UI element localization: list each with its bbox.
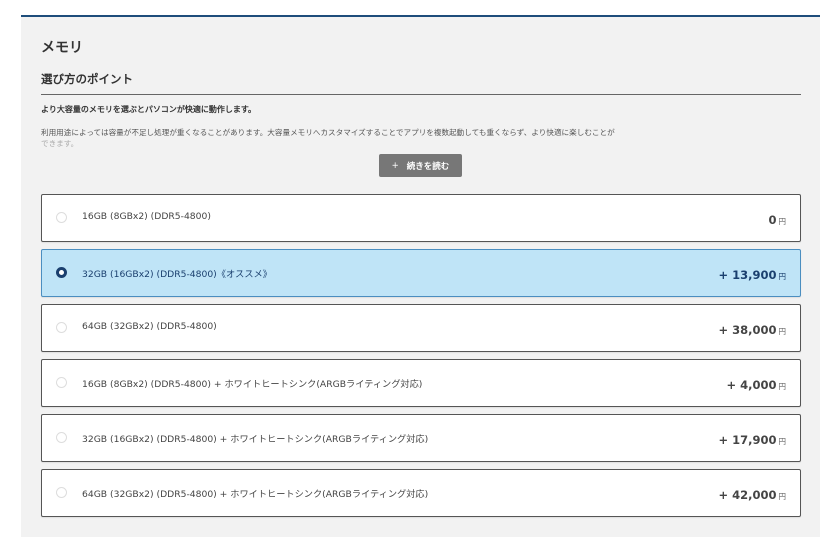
option-price: 0円 [768,213,786,227]
memory-option-32gb[interactable]: 32GB (16GBx2) (DDR5-4800)《オススメ》 + 13,900… [41,249,801,297]
option-label: 16GB (8GBx2) (DDR5-4800) + ホワイトヒートシンク(AR… [82,379,423,390]
radio-button[interactable] [56,487,67,498]
memory-option-64gb[interactable]: 64GB (32GBx2) (DDR5-4800) + 38,000 円 [41,304,801,352]
radio-button[interactable] [56,377,67,388]
selection-points-heading: 選び方のポイント [41,72,133,86]
memory-option-32gb-white-heatsink[interactable]: 32GB (16GBx2) (DDR5-4800) + ホワイトヒートシンク(A… [41,414,801,462]
option-price: + 42,000 円 [718,488,786,502]
option-label: 32GB (16GBx2) (DDR5-4800)《オススメ》 [82,269,272,280]
option-label: 16GB (8GBx2) (DDR5-4800) [82,211,211,222]
radio-button[interactable] [56,212,67,223]
option-price: + 4,000 円 [726,378,786,392]
option-price: + 38,000 円 [718,323,786,337]
description-line-1: 利用用途によっては容量が不足し処理が重くなることがあります。大容量メモリへカスタ… [41,128,615,137]
plus-icon: + [391,160,399,171]
read-more-label: 続きを読む [406,161,450,172]
option-label: 64GB (32GBx2) (DDR5-4800) + ホワイトヒートシンク(A… [82,489,429,500]
radio-button[interactable] [56,322,67,333]
radio-button-selected[interactable] [56,267,67,278]
lead-text: より大容量のメモリを選ぶとパソコンが快適に動作します。 [41,105,257,114]
memory-option-16gb-white-heatsink[interactable]: 16GB (8GBx2) (DDR5-4800) + ホワイトヒートシンク(AR… [41,359,801,407]
memory-section: メモリ 選び方のポイント より大容量のメモリを選ぶとパソコンが快適に動作します。… [21,15,820,537]
memory-option-64gb-white-heatsink[interactable]: 64GB (32GBx2) (DDR5-4800) + ホワイトヒートシンク(A… [41,469,801,517]
option-label: 32GB (16GBx2) (DDR5-4800) + ホワイトヒートシンク(A… [82,434,429,445]
option-label: 64GB (32GBx2) (DDR5-4800) [82,321,217,332]
read-more-button[interactable]: + 続きを読む [379,154,462,177]
heading-divider [41,94,801,95]
section-title: メモリ [41,40,83,56]
option-price: + 17,900 円 [718,433,786,447]
description-line-2: できます。 [41,139,79,148]
radio-button[interactable] [56,432,67,443]
memory-option-16gb[interactable]: 16GB (8GBx2) (DDR5-4800) 0円 [41,194,801,242]
option-price: + 13,900 円 [718,268,786,282]
description-text: 利用用途によっては容量が不足し処理が重くなることがあります。大容量メモリへカスタ… [41,127,806,149]
